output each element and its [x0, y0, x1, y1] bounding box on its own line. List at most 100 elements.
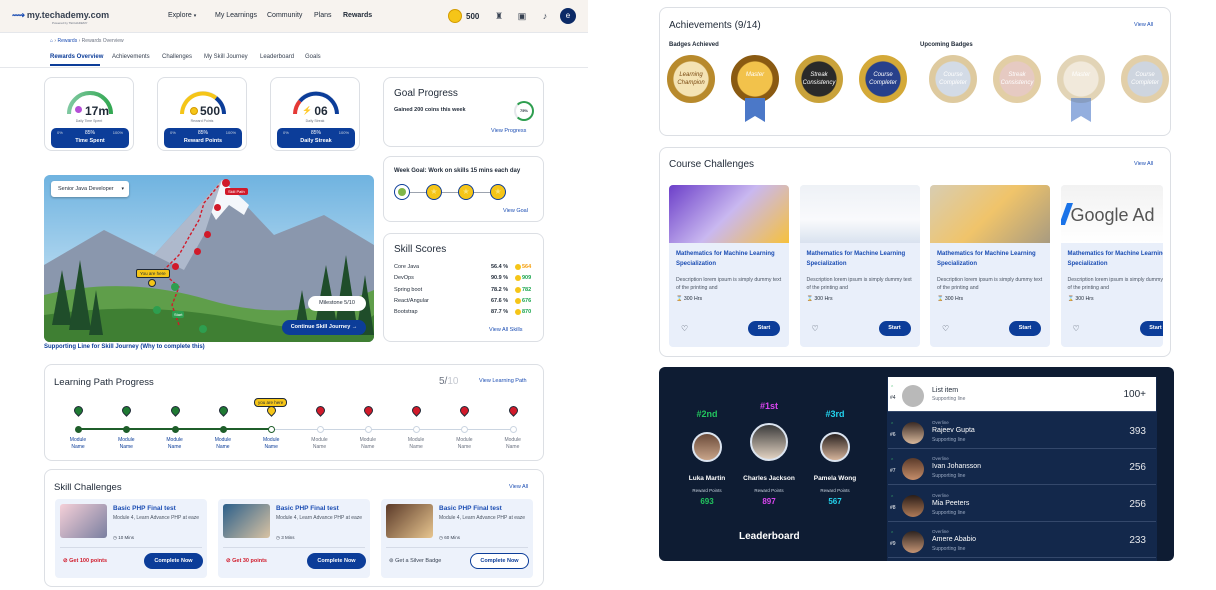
nav-explore[interactable]: Explore ▾ [168, 12, 196, 19]
leaderboard-row[interactable]: ⌃ #6 Overline Rajeev Gupta Supporting line 39… [888, 414, 1156, 449]
module-node[interactable] [219, 426, 227, 433]
role-select[interactable]: Senior Java Developer ▾ [51, 181, 129, 197]
module-node[interactable] [509, 426, 517, 433]
start-button[interactable]: Start [748, 321, 780, 336]
tab-my-skill-journey[interactable]: My Skill Journey [204, 54, 248, 60]
start-button[interactable]: Start [1009, 321, 1041, 336]
course-title[interactable]: Mathematics for Machine Learning Special… [937, 250, 1045, 269]
module-node[interactable] [268, 426, 276, 433]
tab-goals[interactable]: Goals [305, 54, 321, 60]
user-avatar[interactable]: e [560, 8, 576, 24]
tab-rewards-overview[interactable]: Rewards Overview [50, 54, 103, 60]
module-pin-icon[interactable] [506, 404, 520, 417]
map-pin-icon[interactable] [153, 306, 161, 314]
leaderboard-row[interactable]: ⌃ #4 List item Supporting line 100+ [888, 377, 1156, 412]
heart-icon[interactable]: ♡ [812, 324, 819, 333]
achievement-badge[interactable]: Learning Champion [667, 55, 715, 103]
view-all-skills-link[interactable]: View All Skills [489, 327, 523, 333]
leaderboard-row[interactable]: ⌃ #9 Overline Amere Ababio Supporting line 23… [888, 523, 1156, 559]
nav-plans[interactable]: Plans [314, 12, 332, 19]
map-pin-icon[interactable] [204, 231, 211, 238]
bag-icon[interactable]: ▣ [516, 10, 528, 22]
rank-up-icon: ⌃ [890, 385, 895, 391]
map-pin-icon[interactable] [194, 248, 201, 255]
map-pin-icon[interactable] [171, 283, 179, 291]
leaderboard-row[interactable]: ⌃ #8 Overline Mia Peeters Supporting line 256 [888, 487, 1156, 522]
view-goal-link[interactable]: View Goal [503, 208, 528, 214]
nav-community[interactable]: Community [267, 12, 302, 19]
tab-leaderboard[interactable]: Leaderboard [260, 54, 294, 60]
badge-label: Course Completer [869, 72, 897, 86]
map-pin-icon[interactable] [172, 263, 179, 270]
skill-challenge-item: Basic PHP Final test Module 4, Learn Adva… [381, 499, 533, 578]
course-title[interactable]: Mathematics for Machine Learning Special… [1068, 250, 1163, 269]
avatar[interactable] [750, 423, 788, 461]
start-button[interactable]: Start [878, 321, 911, 336]
breadcrumb-rewards[interactable]: Rewards [57, 38, 77, 44]
achievement-badge[interactable]: Course Completer [859, 55, 907, 103]
module-pin-icon[interactable] [168, 404, 182, 417]
achievement-badge[interactable]: Master [1057, 55, 1105, 103]
complete-now-button[interactable]: Complete Now [144, 553, 203, 569]
achievement-badge[interactable]: Streak Consistency [993, 55, 1041, 103]
module-node[interactable] [171, 426, 179, 433]
tab-challenges[interactable]: Challenges [162, 54, 192, 60]
bell-icon[interactable]: ♪ [539, 10, 551, 22]
heart-icon[interactable]: ♡ [681, 324, 688, 333]
challenge-title[interactable]: Basic PHP Final test [276, 505, 339, 512]
module-pin-icon[interactable] [217, 404, 230, 417]
module-pin-icon[interactable] [458, 404, 472, 417]
view-learning-path-link[interactable]: View Learning Path [479, 378, 527, 384]
module-node[interactable] [461, 426, 469, 433]
heart-icon[interactable]: ♡ [1073, 324, 1080, 333]
continue-skill-journey-button[interactable]: Continue Skill Journey → [282, 320, 366, 335]
journey-supporting-line[interactable]: Supporting Line for Skill Journey (Why t… [44, 344, 205, 350]
module-pin-icon[interactable] [410, 404, 423, 417]
challenge-title[interactable]: Basic PHP Final test [113, 505, 176, 512]
current-position-pin[interactable] [148, 279, 156, 287]
home-icon[interactable]: ⌂ [50, 38, 53, 44]
achievement-badge[interactable]: Course Completer [929, 55, 977, 103]
nav-my-learnings[interactable]: My Learnings [215, 12, 257, 19]
achievements-view-all[interactable]: View All [1134, 22, 1153, 28]
tab-achievements[interactable]: Achievements [112, 54, 150, 60]
badges-achieved-label: Badges Achieved [669, 42, 719, 48]
complete-now-button[interactable]: Complete Now [470, 553, 529, 569]
learning-path-card: Learning Path Progress 5/10 View Learnin… [44, 364, 544, 461]
leaderboard-row[interactable]: ⌃ #7 Overline Ivan Johansson Supporting line… [888, 450, 1156, 486]
view-progress-link[interactable]: View Progress [491, 128, 526, 134]
leaderboard-score: 100+ [1123, 389, 1146, 400]
course-title[interactable]: Mathematics for Machine Learning Special… [676, 250, 784, 269]
module-node[interactable] [413, 426, 421, 433]
leaderboard-overline: Overline [932, 419, 949, 425]
challenge-reward-text: Get 100 points [69, 558, 108, 564]
module-node[interactable] [75, 426, 82, 433]
nav-rewards[interactable]: Rewards [343, 12, 372, 19]
module-pin-icon[interactable] [72, 404, 85, 417]
achievement-badge[interactable]: Master [731, 55, 779, 103]
module-pin-icon[interactable] [313, 404, 327, 417]
module-pin-icon[interactable] [361, 404, 375, 417]
week-goal-track [401, 192, 496, 193]
achievement-badge[interactable]: Streak Consistency [795, 55, 843, 103]
avatar[interactable] [692, 432, 722, 462]
module-node[interactable] [364, 426, 372, 433]
module-pin-icon[interactable] [120, 404, 134, 417]
complete-now-button[interactable]: Complete Now [307, 553, 366, 569]
module-node[interactable] [123, 426, 131, 433]
week-goal-text: Week Goal: Work on skills 15 mins each d… [394, 168, 521, 174]
trophy-icon[interactable]: ♜ [493, 10, 505, 22]
logo[interactable]: ⟿ my.techademy.com [12, 10, 109, 21]
map-pin-icon[interactable] [214, 204, 221, 211]
module-node[interactable] [316, 426, 324, 433]
avatar[interactable] [820, 432, 850, 462]
challenge-title[interactable]: Basic PHP Final test [439, 505, 502, 512]
course-title[interactable]: Mathematics for Machine Learning Special… [807, 250, 915, 269]
start-button[interactable]: Start [1139, 321, 1163, 336]
course-challenges-view-all[interactable]: View All [1134, 161, 1153, 167]
skill-challenges-view-all[interactable]: View All [509, 484, 528, 490]
map-pin-icon[interactable] [199, 325, 207, 333]
map-pin-icon[interactable] [222, 179, 230, 187]
achievement-badge[interactable]: Course Completer [1121, 55, 1169, 103]
heart-icon[interactable]: ♡ [942, 324, 949, 333]
